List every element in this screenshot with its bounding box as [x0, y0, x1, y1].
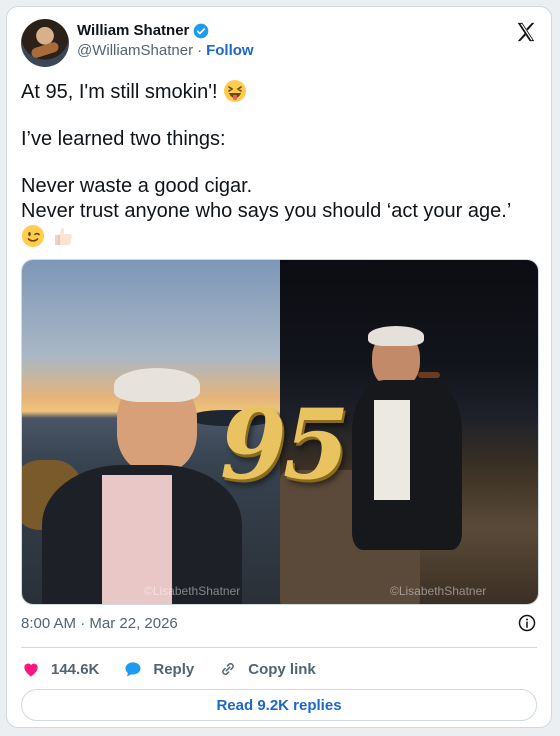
like-count: 144.6K: [51, 660, 100, 678]
tweet-line-4: Never trust anyone who says you should ‘…: [21, 200, 512, 222]
link-icon: [222, 663, 235, 675]
tweet-photo[interactable]: ©LisabethShatner ©LisabethShatner 95: [21, 259, 539, 605]
tweet-emoji-line: [21, 224, 537, 250]
copy-link-button[interactable]: Copy link: [218, 659, 316, 679]
thumbs-up-emoji-icon: [54, 228, 72, 245]
tweet-card: William Shatner @WilliamShatner · Follow…: [6, 6, 552, 728]
tweet-text: At 95, I'm still smokin'! I’ve learned t…: [21, 79, 537, 250]
tweet-line-1: At 95, I'm still smokin'!: [21, 79, 537, 105]
divider: [21, 647, 537, 648]
tweet-date: Mar 22, 2026: [89, 615, 178, 632]
reply-bubble-icon: [125, 662, 141, 677]
x-logo-icon[interactable]: [515, 21, 537, 43]
heart-icon: [24, 663, 38, 677]
tweet-header: William Shatner @WilliamShatner · Follow: [21, 19, 537, 71]
copy-link-label: Copy link: [248, 660, 316, 678]
like-button[interactable]: 144.6K: [21, 659, 99, 679]
reply-label: Reply: [153, 660, 195, 678]
squinting-tongue-emoji-icon: [224, 80, 247, 102]
tweet-line-3: Never waste a good cigar.: [21, 175, 253, 197]
info-icon[interactable]: [517, 613, 537, 633]
tweet-timestamp[interactable]: 8:00 AM · Mar 22, 2026: [21, 615, 178, 632]
winking-face-emoji-icon: [22, 225, 44, 247]
reply-button[interactable]: Reply: [123, 659, 194, 679]
avatar[interactable]: [21, 19, 69, 67]
read-replies-button[interactable]: Read 9.2K replies: [21, 689, 537, 721]
author-handle-row: @WilliamShatner · Follow: [77, 42, 254, 59]
author-name[interactable]: William Shatner: [77, 22, 189, 39]
follow-button[interactable]: Follow: [206, 42, 254, 59]
tweet-actions: 144.6K Reply Copy link: [21, 655, 537, 683]
author-handle[interactable]: @WilliamShatner: [77, 42, 193, 59]
separator-dot: ·: [197, 42, 203, 59]
photo-credit-left: ©LisabethShatner: [144, 584, 241, 598]
tweet-time: 8:00 AM: [21, 615, 77, 632]
age-95-overlay: 95: [220, 388, 350, 501]
tweet-line-2: I’ve learned two things:: [21, 128, 226, 150]
timestamp-separator: ·: [80, 615, 86, 632]
verified-badge-icon: [194, 23, 209, 38]
author-name-row: William Shatner: [77, 22, 209, 39]
photo-credit-right: ©LisabethShatner: [390, 584, 487, 598]
